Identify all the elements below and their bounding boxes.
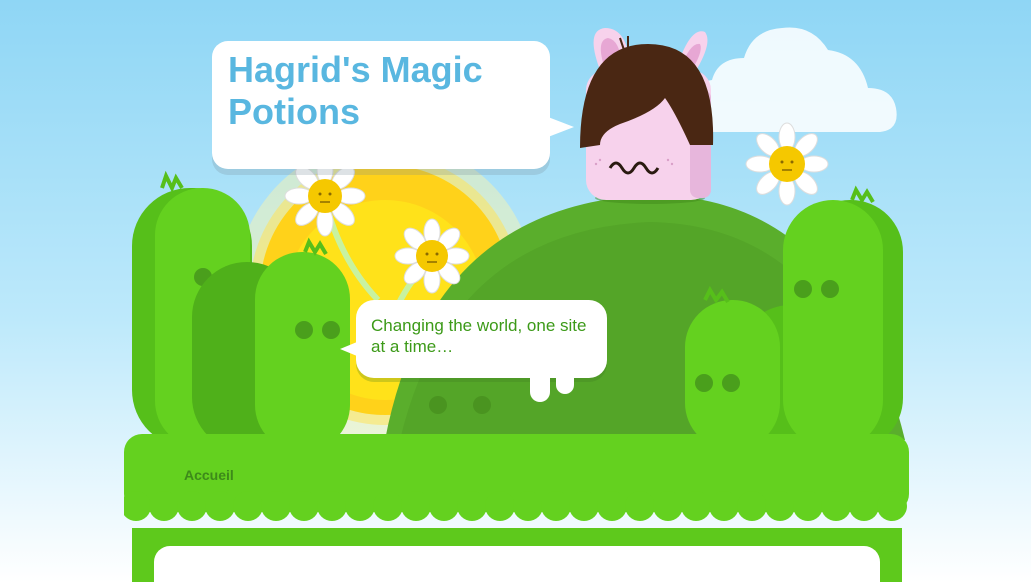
tagline-bubble: Changing the world, one site at a time…: [340, 300, 607, 402]
cactus-creature-icon: [192, 237, 350, 452]
speech-bubble-tail: [548, 117, 574, 137]
bubble-drip: [556, 370, 574, 394]
nav-scallop-edge: [124, 491, 907, 521]
cactus-creature-icon: [783, 185, 903, 450]
content-panel: [154, 546, 880, 582]
daisy-flower-icon: [745, 122, 829, 206]
main-nav-bar: Accueil: [124, 434, 909, 521]
speech-bubble-tail: [340, 342, 357, 356]
site-tagline: Changing the world, one site at a time…: [371, 316, 587, 356]
hill-eye: [473, 396, 491, 414]
cloud-icon: [689, 27, 897, 132]
site-title-link[interactable]: Hagrid's Magic Potions: [228, 49, 538, 133]
hill-eye: [429, 396, 447, 414]
pink-bunny-mascot: [580, 28, 714, 204]
bubble-drip: [530, 370, 550, 402]
daisy-flower-icon: [394, 218, 470, 294]
site-title-bubble: Hagrid's Magic Potions: [212, 41, 574, 169]
nav-item-accueil[interactable]: Accueil: [184, 467, 234, 483]
